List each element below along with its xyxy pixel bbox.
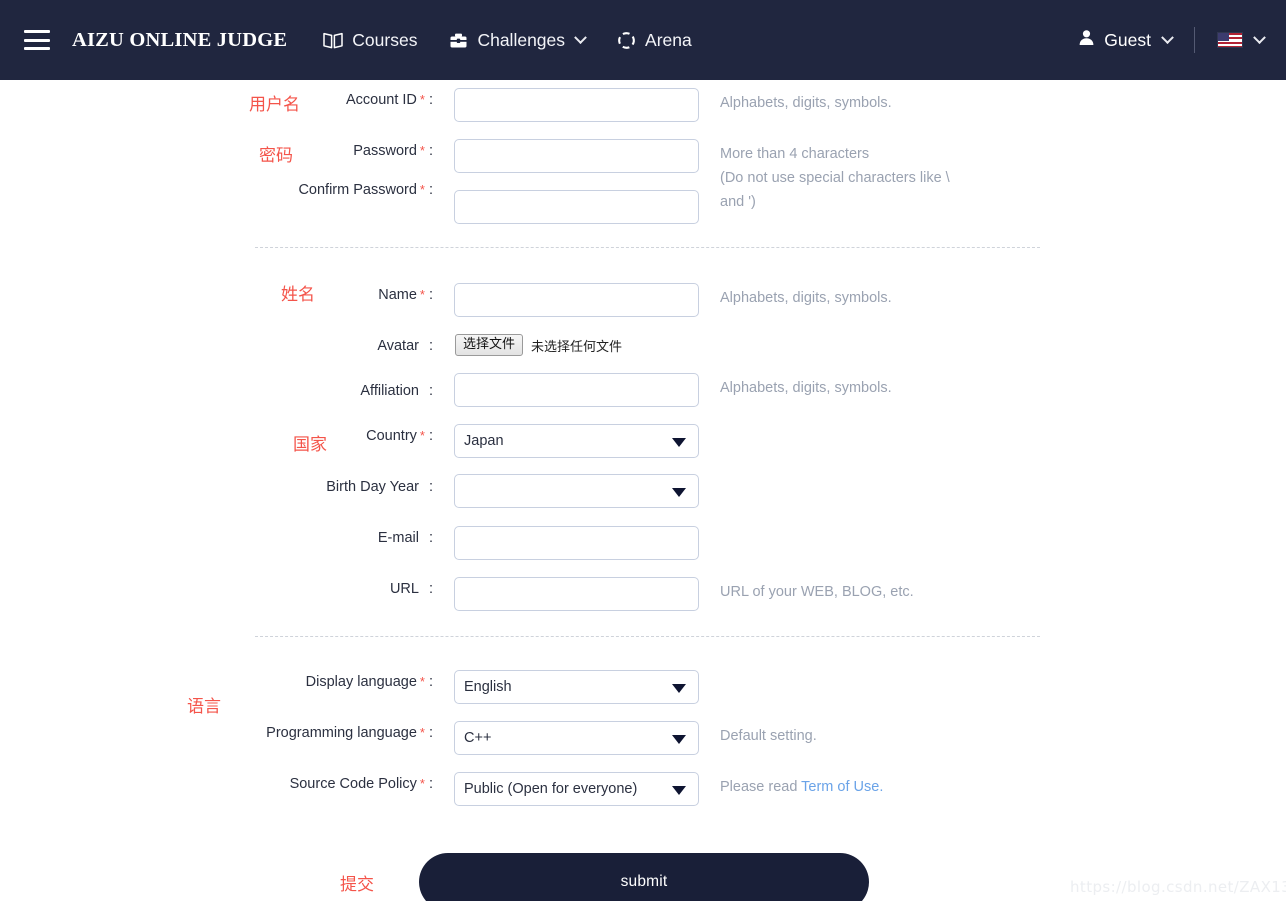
url-input[interactable] xyxy=(454,577,699,611)
affiliation-input[interactable] xyxy=(454,373,699,407)
brand-logo[interactable]: AIZU ONLINE JUDGE xyxy=(72,29,287,52)
label-account-id: Account ID *: xyxy=(345,92,433,108)
page-root: AIZU ONLINE JUDGE Courses Challenges Are… xyxy=(0,0,1286,901)
field-name xyxy=(454,283,699,317)
source-code-policy-select[interactable]: Public (Open for everyone) xyxy=(454,772,699,806)
name-input[interactable] xyxy=(454,283,699,317)
label-source-code-policy: Source Code Policy *: xyxy=(289,776,433,792)
label-affiliation: Affiliation: xyxy=(360,383,433,399)
label-birth-day-year: Birth Day Year: xyxy=(326,479,433,495)
chevron-down-icon-user[interactable] xyxy=(1161,30,1174,44)
field-programming-language: C++ xyxy=(454,721,699,755)
user-icon xyxy=(1078,29,1095,51)
field-password xyxy=(454,139,699,173)
hint-name: Alphabets, digits, symbols. xyxy=(720,290,892,306)
user-menu-label: Guest xyxy=(1104,29,1151,50)
label-display-language: Display language *: xyxy=(305,674,433,690)
file-status-label: 未选择任何文件 xyxy=(531,339,623,355)
section-divider-2 xyxy=(255,636,1040,637)
programming-language-select[interactable]: C++ xyxy=(454,721,699,755)
hint-password-line-3: and ') xyxy=(720,194,756,210)
avatar-file-input[interactable]: 选择文件 未选择任何文件 xyxy=(455,334,622,356)
us-flag-icon xyxy=(1217,32,1243,48)
choose-file-button[interactable]: 选择文件 xyxy=(455,334,524,356)
nav-item-courses-label: Courses xyxy=(352,29,418,50)
field-account-id xyxy=(454,88,699,122)
watermark: https://blog.csdn.net/ZAX130 xyxy=(1070,878,1286,896)
user-menu[interactable]: Guest xyxy=(1078,29,1174,51)
dashed-circle-icon xyxy=(617,31,636,50)
label-name: Name *: xyxy=(378,287,433,303)
hint-source-code-policy: Please read Term of Use. xyxy=(720,776,883,800)
nav-item-arena[interactable]: Arena xyxy=(617,30,692,51)
field-birth-day-year xyxy=(454,474,699,508)
field-confirm-password xyxy=(454,190,699,224)
select-arrow-icon-programming-language xyxy=(672,735,686,744)
label-avatar: Avatar: xyxy=(377,338,433,354)
hint-account-id: Alphabets, digits, symbols. xyxy=(720,95,892,111)
source-code-policy-select-value: Public (Open for everyone) xyxy=(464,781,638,797)
label-password: Password *: xyxy=(353,143,433,159)
programming-language-select-value: C++ xyxy=(464,730,492,746)
field-country: Japan xyxy=(454,424,699,458)
hamburger-icon[interactable] xyxy=(24,30,50,50)
country-select[interactable]: Japan xyxy=(454,424,699,458)
hint-affiliation: Alphabets, digits, symbols. xyxy=(720,380,892,396)
chevron-down-icon-language[interactable] xyxy=(1253,30,1266,44)
label-programming-language: Programming language *: xyxy=(266,725,433,741)
confirm-password-input[interactable] xyxy=(454,190,699,224)
nav-item-courses[interactable]: Courses xyxy=(323,30,417,51)
hint-policy-prefix: Please read xyxy=(720,779,802,795)
briefcase-icon xyxy=(449,32,468,49)
field-avatar: 选择文件 未选择任何文件 xyxy=(455,334,622,356)
email-input[interactable] xyxy=(454,526,699,560)
label-confirm-password: Confirm Password *: xyxy=(298,182,433,198)
section-divider-1 xyxy=(255,247,1040,248)
navbar-right-group: Guest xyxy=(1078,27,1286,53)
nav-item-arena-label: Arena xyxy=(645,29,692,50)
display-language-select-value: English xyxy=(464,679,512,695)
chevron-down-icon[interactable] xyxy=(574,30,587,44)
hint-url: URL of your WEB, BLOG, etc. xyxy=(720,584,914,600)
hint-password-line-1: More than 4 characters xyxy=(720,146,870,162)
hint-password-line-2: (Do not use special characters like \ xyxy=(720,170,950,186)
annotation-language: 语言 xyxy=(187,697,221,717)
top-navbar: AIZU ONLINE JUDGE Courses Challenges Are… xyxy=(0,0,1286,80)
select-arrow-icon-display-language xyxy=(672,684,686,693)
label-country: Country *: xyxy=(366,428,433,444)
annotation-submit: 提交 xyxy=(340,875,374,895)
password-input[interactable] xyxy=(454,139,699,173)
nav-item-challenges-label: Challenges xyxy=(477,29,566,50)
submit-button[interactable]: submit xyxy=(419,853,869,901)
birth-day-year-select[interactable] xyxy=(454,474,699,508)
nav-item-challenges[interactable]: Challenges xyxy=(449,29,587,51)
navbar-divider xyxy=(1194,27,1195,53)
select-arrow-icon-country xyxy=(672,438,686,447)
term-of-use-link[interactable]: Term of Use. xyxy=(801,779,883,795)
language-menu[interactable] xyxy=(1217,30,1266,48)
field-display-language: English xyxy=(454,670,699,704)
label-email: E-mail: xyxy=(377,530,433,546)
field-source-code-policy: Public (Open for everyone) xyxy=(454,772,699,806)
field-url xyxy=(454,577,699,611)
label-url: URL: xyxy=(389,581,433,597)
display-language-select[interactable]: English xyxy=(454,670,699,704)
navbar-left-group: AIZU ONLINE JUDGE Courses Challenges Are… xyxy=(0,29,724,52)
select-arrow-icon-source-code-policy xyxy=(672,786,686,795)
account-id-input[interactable] xyxy=(454,88,699,122)
country-select-value: Japan xyxy=(464,433,504,449)
field-email xyxy=(454,526,699,560)
hint-programming-language: Default setting. xyxy=(720,728,817,744)
select-arrow-icon-birthday xyxy=(672,488,686,497)
book-icon xyxy=(323,32,344,49)
field-affiliation xyxy=(454,373,699,407)
